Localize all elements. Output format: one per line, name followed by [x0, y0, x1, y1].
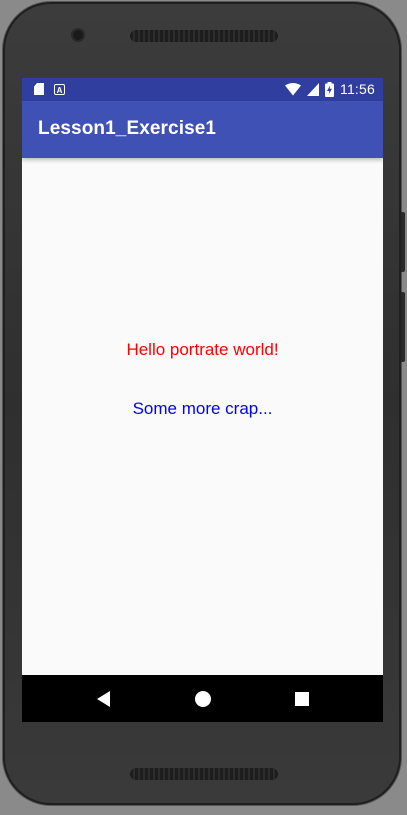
status-notification-icons: A: [34, 83, 65, 95]
battery-charging-icon: [325, 81, 334, 97]
front-camera: [73, 30, 83, 40]
volume-button[interactable]: [401, 292, 405, 362]
autofill-icon: A: [54, 83, 65, 95]
app-title: Lesson1_Exercise1: [38, 118, 217, 139]
power-button[interactable]: [401, 212, 405, 272]
status-clock: 11:56: [340, 81, 375, 97]
sd-card-icon: [34, 83, 44, 95]
recents-button[interactable]: [290, 687, 314, 711]
back-button[interactable]: [92, 687, 116, 711]
status-bar: A 11:56: [22, 78, 383, 101]
navigation-bar: [22, 675, 383, 722]
home-icon: [195, 691, 211, 707]
phone-frame: A 11:56 Lesson1_Exercise1 Hello portrate…: [3, 2, 405, 805]
hello-text: Hello portrate world!: [126, 340, 279, 359]
status-system-icons: 11:56: [285, 81, 375, 97]
main-content: Hello portrate world! Some more crap...: [22, 158, 383, 675]
back-icon: [97, 691, 110, 707]
wifi-icon: [285, 82, 301, 95]
home-button[interactable]: [191, 687, 215, 711]
device-screen: A 11:56 Lesson1_Exercise1 Hello portrate…: [22, 78, 383, 722]
bottom-speaker-grille: [130, 768, 278, 780]
cell-signal-icon: [307, 82, 319, 96]
top-speaker-grille: [130, 30, 278, 42]
recents-icon: [295, 692, 309, 706]
secondary-text: Some more crap...: [132, 399, 273, 418]
app-bar: Lesson1_Exercise1: [22, 101, 383, 158]
